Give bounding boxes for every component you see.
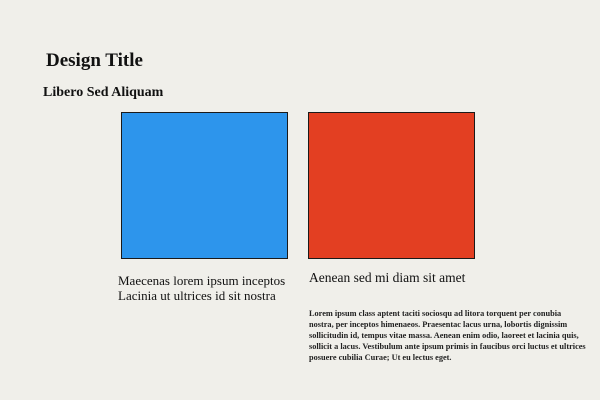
red-color-swatch [308,112,475,259]
page-title: Design Title [46,50,143,71]
right-swatch-caption: Aenean sed mi diam sit amet [309,270,466,285]
left-caption-line-2: Lacinia ut ultrices id sit nostra [118,288,276,303]
body-paragraph: Lorem ipsum class aptent taciti sociosqu… [309,309,586,362]
page-subtitle: Libero Sed Aliquam [43,85,164,100]
left-caption-line-1: Maecenas lorem ipsum inceptos [118,273,286,288]
blue-color-swatch [121,112,288,259]
left-swatch-caption: Maecenas lorem ipsum inceptos Lacinia ut… [118,273,318,303]
